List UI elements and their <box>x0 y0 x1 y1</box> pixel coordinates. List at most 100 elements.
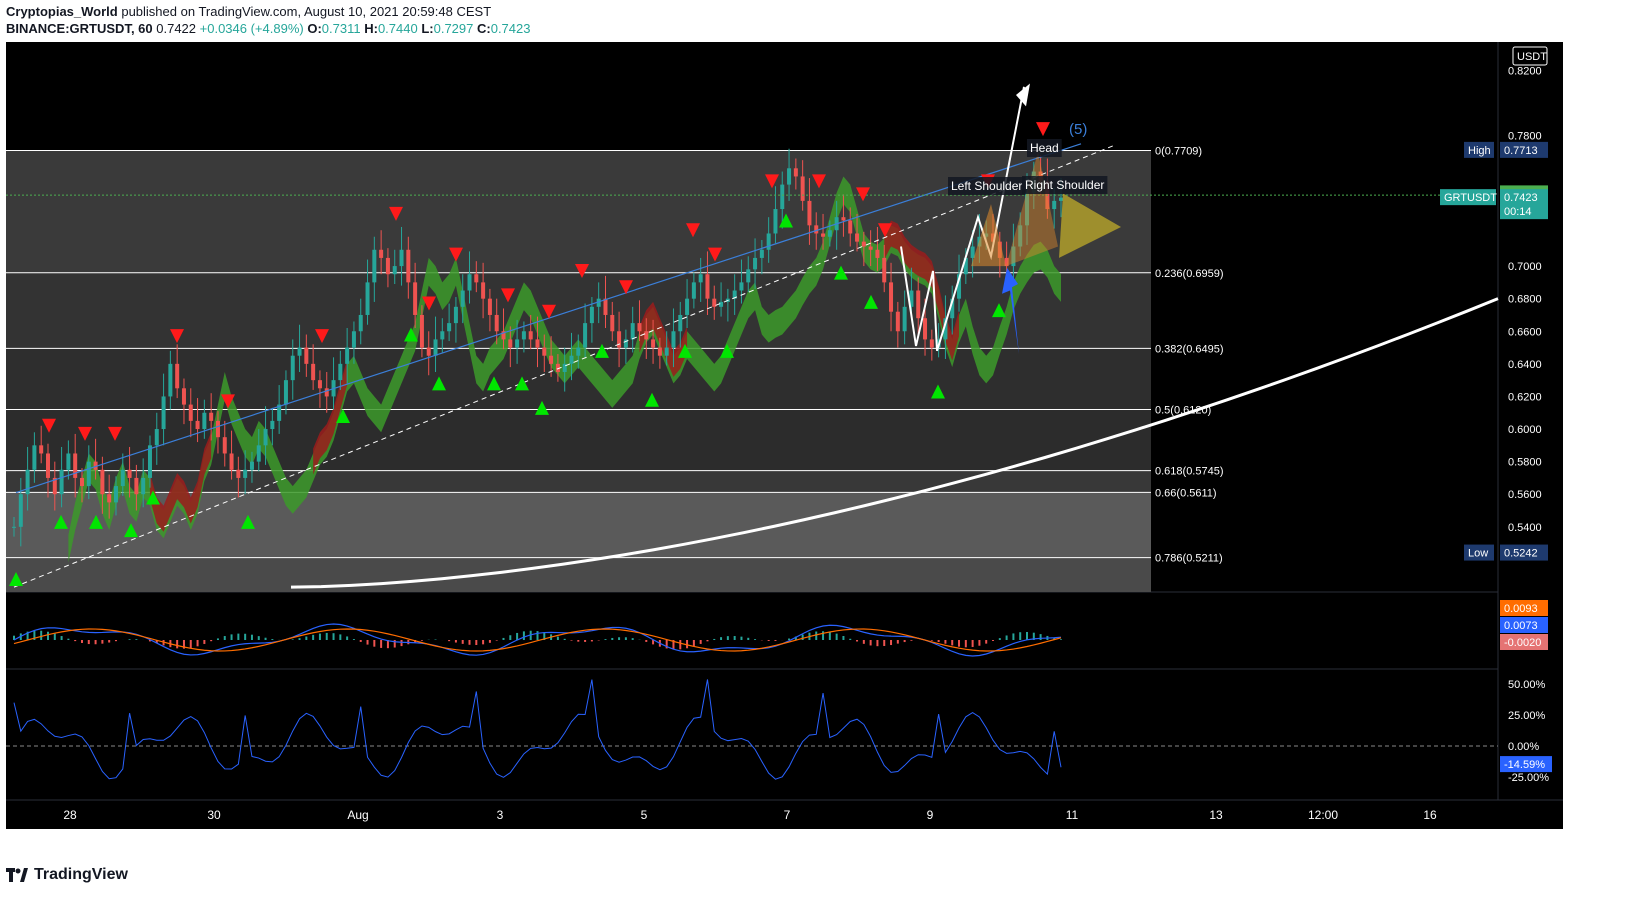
publish-info: Cryptopias_World published on TradingVie… <box>6 4 491 19</box>
candle-body <box>311 363 316 381</box>
candle-body <box>317 380 322 389</box>
candle-body <box>134 477 139 495</box>
macd-histogram-label: -0.0020 <box>1504 637 1541 649</box>
candle-body <box>889 282 894 312</box>
candle-body <box>882 257 887 283</box>
oscillator-value-label: -14.59% <box>1504 759 1545 771</box>
price-tick: 0.6200 <box>1508 391 1542 403</box>
candle-body <box>657 347 662 356</box>
candle-body <box>841 217 846 221</box>
high-tag: High <box>1468 145 1491 157</box>
candle-body <box>195 420 200 430</box>
candle-body <box>705 274 710 299</box>
price-chart[interactable]: 0(0.7709)0.236(0.6959)0.382(0.6495)0.5(0… <box>6 42 1563 829</box>
candle-body <box>542 347 547 356</box>
price-tick: 0.8200 <box>1508 66 1542 78</box>
time-tick: 9 <box>927 808 934 822</box>
time-tick: 16 <box>1423 808 1437 822</box>
candle-body <box>338 363 343 381</box>
candle-body <box>175 363 180 389</box>
close-value: 0.7423 <box>490 21 531 36</box>
unit-label: USDT <box>1517 51 1547 63</box>
candle-body <box>168 363 173 397</box>
low-label: L: <box>421 21 434 36</box>
candle-body <box>467 274 472 291</box>
candle-body <box>603 298 608 315</box>
candle-body <box>814 225 819 234</box>
candle-body <box>229 453 234 470</box>
candle-body <box>304 347 309 364</box>
candle-body <box>1059 197 1063 201</box>
candle-body <box>793 168 798 177</box>
candle-body <box>766 233 771 250</box>
candle-body <box>440 331 445 340</box>
candle-body <box>610 314 615 332</box>
time-tick: 5 <box>641 808 648 822</box>
candle-body <box>215 420 220 438</box>
time-tick: 11 <box>1066 808 1079 822</box>
candle-body <box>848 220 853 234</box>
fib-level-label: 0.786(0.5211) <box>1155 553 1223 565</box>
candle-body <box>494 314 499 332</box>
candle-body <box>120 469 125 487</box>
candle-body <box>549 355 554 364</box>
candle-body <box>827 230 832 237</box>
candle-body <box>447 323 452 332</box>
candle-body <box>385 257 390 275</box>
candle-body <box>18 494 23 527</box>
symbol-name[interactable]: BINANCE:GRTUSDT, 60 <box>6 21 153 36</box>
candle-body <box>59 469 64 495</box>
candle-body <box>739 282 744 291</box>
candle-body <box>147 445 152 478</box>
candle-body <box>433 339 438 356</box>
time-tick: 7 <box>784 808 791 822</box>
low-tag: Low <box>1468 548 1488 560</box>
price-tick: 0.5400 <box>1508 522 1542 534</box>
tradingview-brand: TradingView <box>34 866 128 883</box>
candle-body <box>202 412 207 430</box>
macd-value-label: 0.0073 <box>1504 620 1538 632</box>
price-tick: 0.6600 <box>1508 326 1542 338</box>
candle-body <box>583 323 588 348</box>
candle-body <box>453 306 458 324</box>
candle-body <box>515 339 520 348</box>
candle-body <box>351 331 356 348</box>
candle-body <box>45 453 50 478</box>
open-label: O: <box>307 21 322 36</box>
right-shoulder-label: Right Shoulder <box>1025 178 1104 192</box>
candle-body <box>181 388 186 405</box>
candle-body <box>474 274 479 283</box>
time-tick: 12:00 <box>1308 808 1338 822</box>
last-price-label: 0.7423 <box>1504 192 1538 204</box>
fib-level-label: 0.382(0.6495) <box>1155 343 1224 355</box>
candle-body <box>399 249 404 267</box>
candle-body <box>685 298 690 315</box>
price-tick: 0.6000 <box>1508 424 1542 436</box>
time-tick: Aug <box>347 808 368 822</box>
tradingview-logo-icon <box>6 868 28 882</box>
price-tick: 0.5600 <box>1508 489 1542 501</box>
publish-date: published on TradingView.com, August 10,… <box>121 4 492 19</box>
oscillator-tick: 0.00% <box>1508 741 1539 753</box>
candle-body <box>651 339 656 348</box>
time-tick: 30 <box>207 808 221 822</box>
candle-body <box>66 453 71 470</box>
candle-body <box>521 331 526 340</box>
candle-body <box>413 282 418 315</box>
time-tick: 3 <box>497 808 504 822</box>
candle-body <box>222 437 227 454</box>
candle-body <box>861 241 866 247</box>
price-tick: 0.6400 <box>1508 359 1542 371</box>
candle-body <box>154 429 159 446</box>
fib-level-label: 0(0.7709) <box>1155 146 1202 158</box>
candle-body <box>188 404 193 421</box>
candle-body <box>12 526 16 528</box>
candle-body <box>249 461 254 470</box>
candle-body <box>787 168 792 185</box>
author-name[interactable]: Cryptopias_World <box>6 4 118 19</box>
fib-level-label: 0.66(0.5611) <box>1155 487 1217 499</box>
candle-body <box>209 412 214 421</box>
candle-body <box>39 445 44 454</box>
candle-body <box>698 274 703 283</box>
candle-body <box>589 306 594 324</box>
